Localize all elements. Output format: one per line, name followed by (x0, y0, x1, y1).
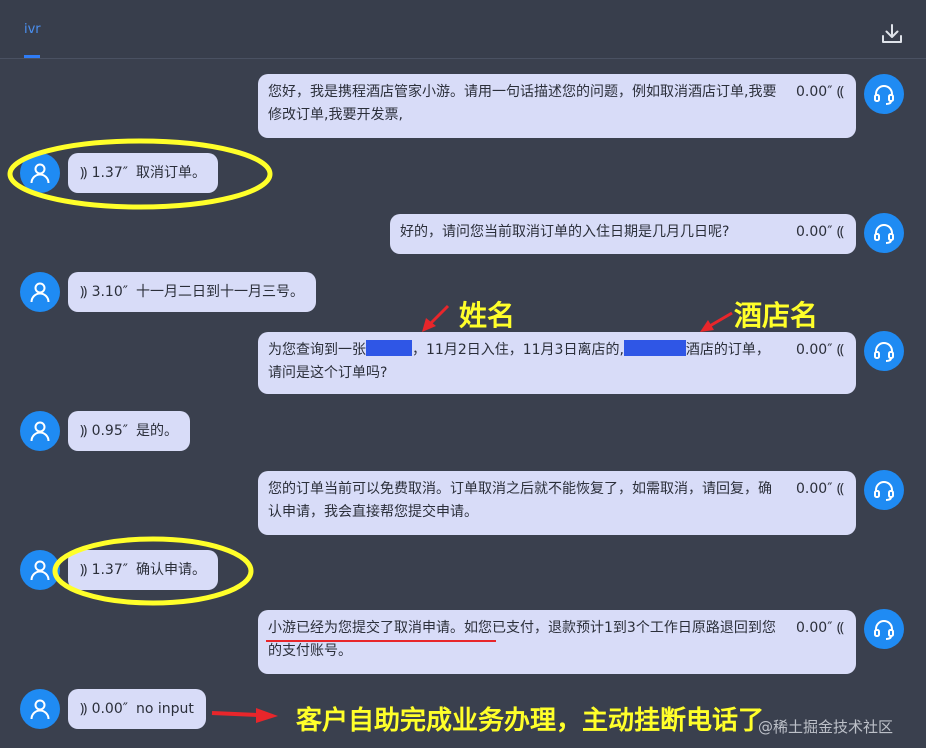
message-duration: 0.00″ ⸨ (796, 84, 844, 100)
audio-wave-icon: ⸩ (80, 701, 88, 717)
headset-icon (874, 342, 894, 362)
audio-wave-icon: ⸩ (80, 562, 88, 578)
message-text: 取消订单。 (135, 165, 206, 181)
arrow-hotel (707, 311, 733, 329)
annotation-hotel-label: 酒店名 (734, 299, 819, 332)
top-bar: ivr (0, 0, 926, 59)
audio-wave-icon: ⸨ (836, 84, 844, 100)
audio-wave-icon: ⸨ (836, 224, 844, 240)
submitted-highlight: 小游已经为您提交了取消申请。 (268, 620, 464, 636)
agent-avatar (864, 213, 904, 253)
bot-message: 好的，请问您当前取消订单的入住日期是几月几日呢? 0.00″ ⸨ (390, 214, 856, 254)
message-text: 为您查询到一张 ，11月2日入住，11月3日离店的, 酒店的订单，请问是这个订单吗? (268, 340, 770, 381)
agent-avatar (864, 609, 904, 649)
tab-active-indicator (24, 55, 40, 58)
message-duration: 0.95″ (91, 423, 128, 439)
audio-wave-icon: ⸨ (836, 620, 844, 636)
user-avatar (20, 411, 60, 451)
user-icon (30, 421, 50, 442)
user-message: ⸩ 1.37″ 取消订单。 (68, 153, 218, 193)
bot-message: 您的订单当前可以免费取消。订单取消之后就不能恢复了，如需取消，请回复，确认申请，… (258, 471, 856, 535)
bot-message: 小游已经为您提交了取消申请。如您已支付，退款预计1到3个工作日原路退回到您的支付… (258, 610, 856, 674)
headset-icon (874, 620, 894, 640)
bot-message: 为您查询到一张 ，11月2日入住，11月3日离店的, 酒店的订单，请问是这个订单吗?… (258, 332, 856, 394)
redaction-mask-name (366, 340, 412, 356)
user-icon (30, 699, 50, 720)
user-icon (30, 163, 50, 184)
bot-message: 您好，我是携程酒店管家小游。请用一句话描述您的问题，例如取消酒店订单,我要修改订… (258, 74, 856, 138)
annotation-summary: 客户自助完成业务办理，主动挂断电话了 (296, 706, 765, 736)
arrow-name-head (422, 318, 436, 332)
message-text: 十一月二日到十一月三号。 (135, 284, 304, 300)
headset-icon (874, 481, 894, 501)
agent-avatar (864, 331, 904, 371)
audio-wave-icon: ⸩ (80, 423, 88, 439)
tab-ivr[interactable]: ivr (24, 22, 41, 37)
agent-avatar (864, 470, 904, 510)
audio-wave-icon: ⸩ (80, 284, 88, 300)
message-text: 是的。 (135, 423, 178, 439)
audio-wave-icon: ⸨ (836, 342, 844, 358)
message-text: no input (135, 701, 194, 717)
arrow-hotel-head (700, 320, 714, 332)
message-duration: 1.37″ (91, 562, 128, 578)
message-text: 确认申请。 (135, 562, 206, 578)
message-text: 您好，我是携程酒店管家小游。请用一句话描述您的问题，例如取消酒店订单,我要修改订… (268, 84, 777, 123)
redaction-mask-hotel (623, 340, 686, 356)
user-avatar (20, 153, 60, 193)
watermark: @稀土掘金技术社区 (758, 718, 894, 736)
user-message: ⸩ 0.95″ 是的。 (68, 411, 190, 451)
user-avatar (20, 689, 60, 729)
user-message: ⸩ 0.00″ no input (68, 689, 206, 729)
audio-wave-icon: ⸨ (836, 481, 844, 497)
user-icon (30, 560, 50, 581)
message-duration: 0.00″ ⸨ (796, 620, 844, 636)
message-duration: 0.00″ (91, 701, 128, 717)
user-message: ⸩ 3.10″ 十一月二日到十一月三号。 (68, 272, 316, 312)
message-duration: 3.10″ (91, 284, 128, 300)
message-duration: 0.00″ ⸨ (796, 224, 844, 240)
headset-icon (874, 224, 894, 244)
arrow-summary (211, 711, 259, 717)
agent-avatar (864, 74, 904, 114)
arrow-summary-head (256, 708, 278, 723)
user-avatar (20, 550, 60, 590)
annotation-name-label: 姓名 (459, 299, 516, 332)
arrow-name (426, 304, 450, 328)
user-avatar (20, 272, 60, 312)
audio-wave-icon: ⸩ (80, 165, 88, 181)
download-icon[interactable] (880, 22, 904, 46)
message-duration: 0.00″ ⸨ (796, 342, 844, 358)
headset-icon (874, 85, 894, 105)
message-duration: 0.00″ ⸨ (796, 481, 844, 497)
message-duration: 1.37″ (91, 165, 128, 181)
user-icon (30, 282, 50, 303)
message-text: 您的订单当前可以免费取消。订单取消之后就不能恢复了，如需取消，请回复，确认申请，… (268, 481, 772, 520)
message-text: 小游已经为您提交了取消申请。如您已支付，退款预计1到3个工作日原路退回到您的支付… (268, 620, 776, 659)
message-text: 好的，请问您当前取消订单的入住日期是几月几日呢? (400, 224, 730, 240)
user-message: ⸩ 1.37″ 确认申请。 (68, 550, 218, 590)
